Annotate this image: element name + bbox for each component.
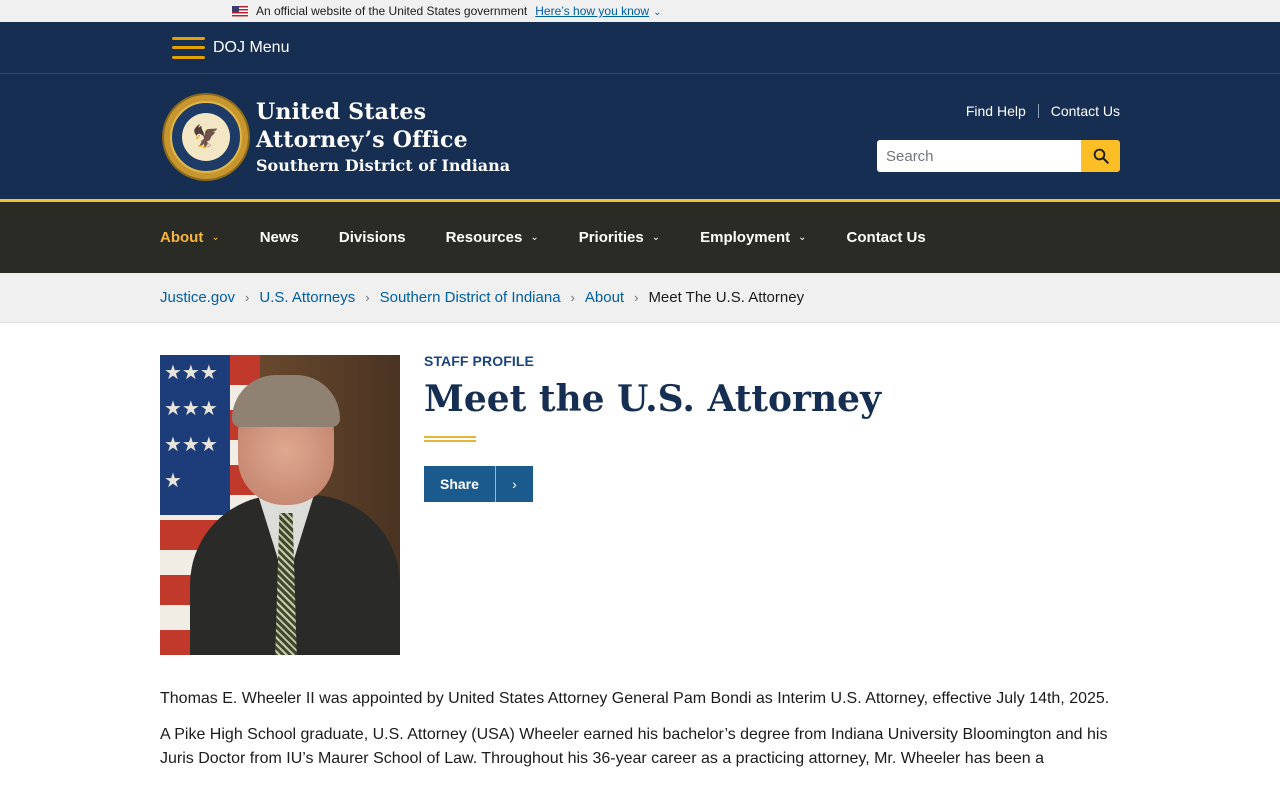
eagle-icon: 🦅 bbox=[182, 113, 230, 161]
chevron-right-icon: › bbox=[570, 290, 575, 305]
profile-info: STAFF PROFILE Meet the U.S. Attorney Sha… bbox=[424, 353, 881, 655]
breadcrumb: Justice.gov › U.S. Attorneys › Southern … bbox=[0, 273, 1280, 323]
nav-item-news[interactable]: News bbox=[260, 229, 299, 246]
nav-item-resources[interactable]: Resources ⌄ bbox=[446, 229, 539, 246]
nav-item-contact-us[interactable]: Contact Us bbox=[847, 229, 926, 246]
search-button[interactable] bbox=[1081, 140, 1120, 172]
breadcrumb-about[interactable]: About bbox=[585, 289, 624, 306]
bio: Thomas E. Wheeler II was appointed by Un… bbox=[160, 687, 1120, 771]
office-district: Southern District of Indiana bbox=[256, 156, 511, 175]
share-label: Share bbox=[440, 476, 479, 492]
bio-paragraph-2: A Pike High School graduate, U.S. Attorn… bbox=[160, 726, 1108, 767]
breadcrumb-us-attorneys[interactable]: U.S. Attorneys bbox=[259, 289, 355, 306]
us-flag-icon bbox=[232, 5, 248, 17]
page-title: Meet the U.S. Attorney bbox=[424, 378, 881, 420]
find-help-link[interactable]: Find Help bbox=[966, 103, 1026, 119]
office-name[interactable]: United States Attorney’s Office Southern… bbox=[256, 98, 510, 178]
main-content: ★★★★★★★★★★ STAFF PROFILE Meet the U.S. A… bbox=[0, 323, 1280, 771]
doj-menu-bar: DOJ Menu bbox=[0, 22, 1280, 74]
chevron-right-icon: › bbox=[494, 466, 533, 502]
office-line-1: United States bbox=[256, 99, 427, 125]
nav-label: About bbox=[160, 229, 204, 246]
share-button[interactable]: Share › bbox=[424, 466, 533, 502]
staff-profile-eyebrow: STAFF PROFILE bbox=[424, 353, 534, 369]
chevron-right-icon: › bbox=[634, 290, 639, 305]
gov-banner-text: An official website of the United States… bbox=[256, 4, 528, 18]
nav-label: Contact Us bbox=[846, 229, 926, 246]
nav-item-employment[interactable]: Employment ⌄ bbox=[700, 229, 806, 246]
chevron-down-icon: ⌄ bbox=[651, 232, 661, 243]
office-line-2: Attorney’s Office bbox=[256, 127, 468, 153]
nav-label: Employment bbox=[700, 229, 791, 246]
chevron-down-icon: ⌄ bbox=[211, 232, 220, 243]
chevron-down-icon[interactable]: ⌄ bbox=[653, 7, 661, 18]
divider bbox=[1037, 104, 1039, 118]
chevron-right-icon: › bbox=[365, 290, 370, 305]
breadcrumb-current: Meet The U.S. Attorney bbox=[648, 289, 805, 306]
nav-label: Priorities bbox=[578, 229, 644, 246]
search-icon bbox=[1093, 148, 1109, 164]
main-nav: About ⌄ News Divisions Resources ⌄ Priorit… bbox=[0, 199, 1280, 273]
chevron-right-icon: › bbox=[245, 290, 250, 305]
breadcrumb-southern-district[interactable]: Southern District of Indiana bbox=[380, 289, 561, 306]
nav-label: News bbox=[259, 229, 299, 246]
utility-links: Find Help Contact Us bbox=[966, 103, 1120, 119]
heres-how-you-know-link[interactable]: Here’s how you know bbox=[535, 4, 649, 18]
nav-item-about[interactable]: About ⌄ bbox=[160, 229, 220, 246]
attorney-portrait: ★★★★★★★★★★ bbox=[160, 355, 400, 655]
breadcrumb-justice-gov[interactable]: Justice.gov bbox=[160, 289, 235, 306]
nav-item-priorities[interactable]: Priorities ⌄ bbox=[579, 229, 660, 246]
staff-profile: ★★★★★★★★★★ STAFF PROFILE Meet the U.S. A… bbox=[160, 353, 1120, 655]
chevron-down-icon: ⌄ bbox=[530, 232, 539, 243]
hamburger-menu-icon[interactable] bbox=[172, 36, 205, 59]
nav-label: Divisions bbox=[338, 229, 406, 246]
search-input[interactable] bbox=[877, 140, 1081, 172]
nav-label: Resources bbox=[445, 229, 523, 246]
doj-menu-button[interactable]: DOJ Menu bbox=[213, 39, 289, 57]
nav-item-divisions[interactable]: Divisions bbox=[339, 229, 406, 246]
site-header: 🦅 United States Attorney’s Office Southe… bbox=[0, 74, 1280, 199]
search-form bbox=[877, 140, 1120, 172]
contact-us-link[interactable]: Contact Us bbox=[1051, 103, 1120, 119]
doj-seal-logo[interactable]: 🦅 bbox=[162, 93, 250, 181]
bio-paragraph-1: Thomas E. Wheeler II was appointed by Un… bbox=[160, 690, 1110, 707]
chevron-down-icon: ⌄ bbox=[798, 232, 807, 243]
title-underline bbox=[424, 436, 476, 442]
gov-banner: An official website of the United States… bbox=[0, 0, 1280, 22]
